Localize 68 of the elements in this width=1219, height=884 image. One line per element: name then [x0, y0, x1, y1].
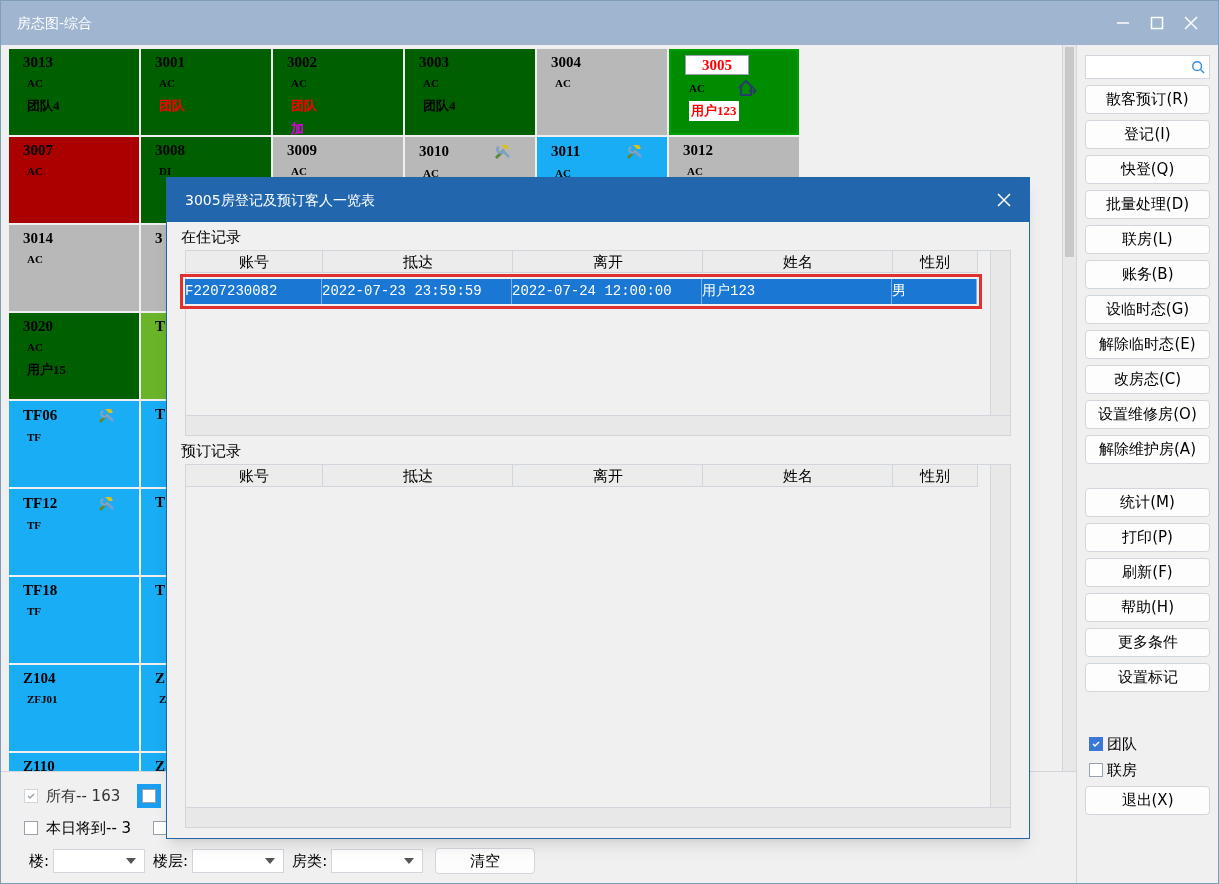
room-info-text: AC	[27, 76, 43, 91]
table-cell: 2022-07-24 12:00:00	[512, 279, 702, 304]
room-number: 3003	[419, 53, 449, 71]
room-number: 3007	[23, 141, 53, 159]
room-info-text: AC	[687, 164, 703, 179]
room-number: T	[155, 493, 165, 511]
room-info-text: AC	[689, 80, 705, 96]
room-number: 3002	[287, 53, 317, 71]
room-number: Z	[155, 757, 165, 771]
room-info-text: Z	[159, 692, 167, 707]
room-info-text: TF	[27, 604, 42, 619]
room-number: Z104	[23, 669, 56, 687]
room-number: 3010	[419, 142, 449, 160]
room-number: T	[155, 581, 165, 599]
room-info-text: AC	[159, 76, 175, 91]
room-info-text: 团队4	[423, 96, 456, 115]
room-number: 3005	[685, 55, 749, 75]
room-number: 3013	[23, 53, 53, 71]
room-number: 3011	[551, 142, 581, 160]
room-info-text: AC	[555, 166, 571, 181]
room-number: T	[155, 405, 165, 423]
room-info-text: ZFJ01	[27, 692, 58, 707]
room-info-text: AC	[291, 76, 307, 91]
room-number: 3012	[683, 141, 713, 159]
room-number: 3001	[155, 53, 185, 71]
checkbox-label: 联房	[1107, 759, 1137, 781]
room-info-text: DI	[159, 164, 172, 179]
checkbox-label: 团队	[1107, 733, 1137, 755]
table-cell: 男	[892, 279, 977, 304]
group-title: 在住记录	[180, 228, 242, 246]
room-info-text: AC	[291, 164, 307, 179]
room-number: 3004	[551, 53, 581, 71]
room-info-text: AC	[555, 76, 571, 91]
window-title: 房态图-综合	[17, 13, 93, 33]
room-info-text: 加	[291, 120, 304, 138]
select-label: 房类:	[292, 850, 328, 872]
room-number: Z110	[23, 757, 55, 771]
room-info-text: 团队	[159, 96, 185, 115]
filter-label: 本日将到-- 3	[46, 817, 132, 839]
room-number: Z	[155, 669, 165, 687]
room-number: 3020	[23, 317, 53, 335]
room-info-text: AC	[27, 252, 43, 267]
room-info-text: AC	[27, 164, 43, 179]
filter-label: 所有-- 163	[46, 785, 121, 807]
room-info-text: 用户123	[689, 101, 739, 121]
table-cell: 用户123	[702, 279, 892, 304]
room-info-text: AC	[27, 340, 43, 355]
room-number: TF18	[23, 581, 58, 599]
room-number: 3008	[155, 141, 185, 159]
room-info-text: 用户15	[27, 360, 66, 379]
room-info-text: AC	[423, 166, 439, 181]
room-number: T	[155, 317, 165, 335]
dialog-title: 3005房登记及预订客人一览表	[185, 190, 375, 210]
room-info-text: AC	[423, 76, 439, 91]
room-number: 3	[155, 229, 163, 247]
room-info-text: TF	[27, 430, 42, 445]
select-label: 楼层:	[153, 850, 189, 872]
table-cell: F2207230082	[185, 279, 322, 304]
select-label: 楼:	[29, 850, 50, 872]
room-number: 3009	[287, 141, 317, 159]
room-number: 3014	[23, 229, 53, 247]
room-number: TF06	[23, 406, 58, 424]
room-number: TF12	[23, 494, 58, 512]
room-info-text: TF	[27, 518, 42, 533]
room-info-text: 团队4	[27, 96, 60, 115]
table-cell: 2022-07-23 23:59:59	[322, 279, 512, 304]
room-info-text: 团队	[291, 96, 317, 115]
group-title: 预订记录	[180, 442, 242, 460]
